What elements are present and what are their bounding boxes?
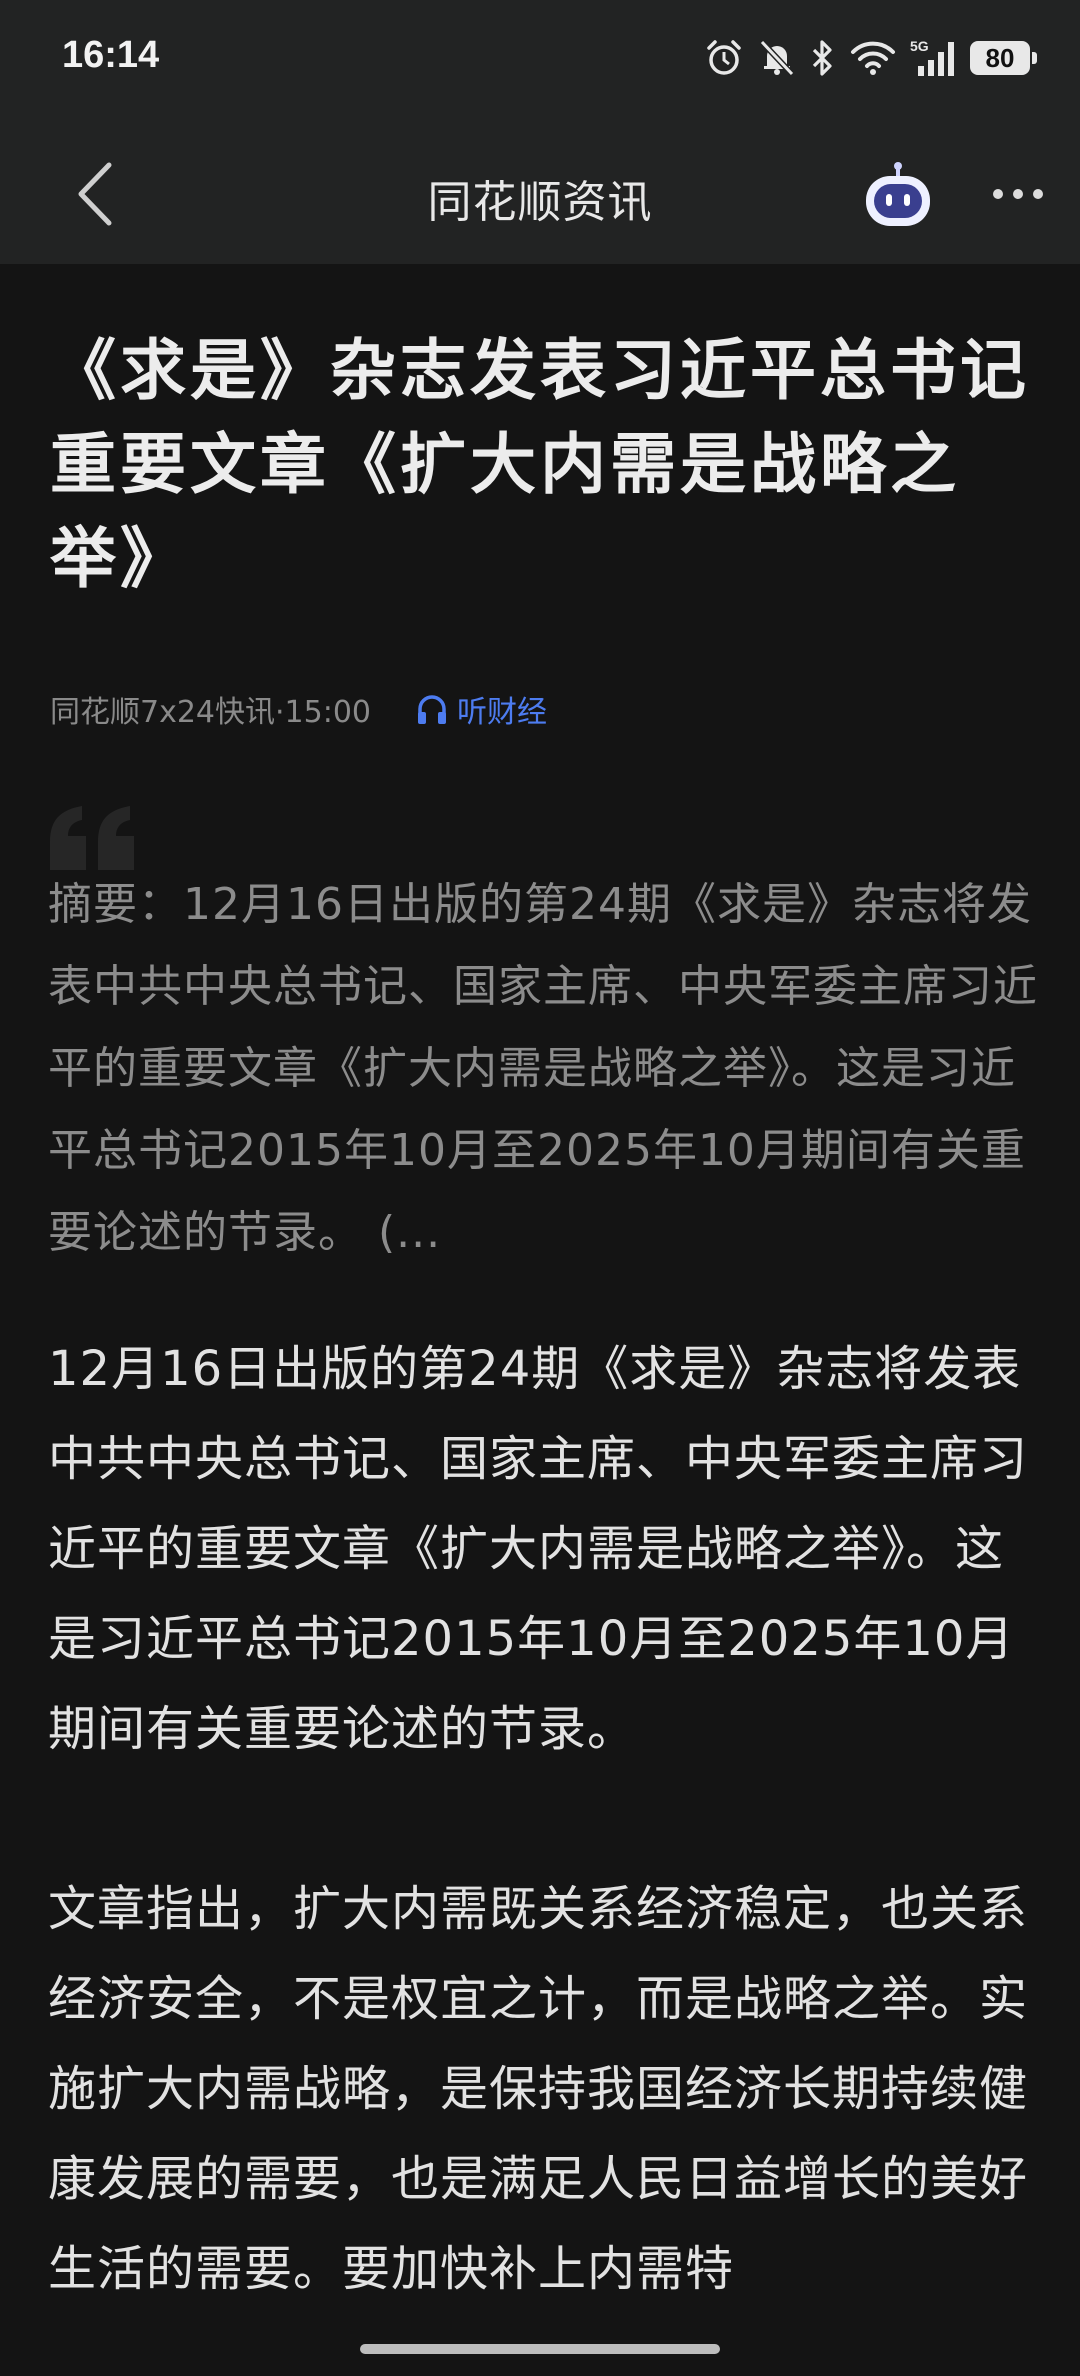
more-dot [993, 189, 1003, 199]
nav-bar: 同花顺资讯 [0, 120, 1080, 264]
network-label: 5G [910, 38, 929, 54]
article-content[interactable]: 《求是》杂志发表习近平总书记重要文章《扩大内需是战略之举》 同花顺7x24快讯·… [0, 264, 1080, 2376]
listen-label: 听财经 [457, 695, 548, 730]
article-title: 《求是》杂志发表习近平总书记重要文章《扩大内需是战略之举》 [50, 332, 1030, 597]
robot-assistant-icon [866, 162, 930, 226]
battery-icon: 80 [970, 41, 1037, 75]
listen-button[interactable]: 听财经 [415, 687, 547, 731]
bluetooth-icon [810, 38, 836, 78]
article-paragraph: 12月16日出版的第24期《求是》杂志将发表中共中央总书记、国家主席、中央军委主… [48, 1341, 1029, 1757]
status-icons: 5G 80 [704, 36, 1037, 80]
source-time: 同花顺7x24快讯·15:00 [50, 695, 372, 730]
headphones-icon [418, 695, 447, 724]
status-bar: 16:14 5G 80 [0, 0, 1080, 120]
article-meta: 同花顺7x24快讯·15:00 听财经 [50, 684, 547, 734]
assistant-button[interactable] [860, 160, 936, 230]
more-dot [1033, 189, 1043, 199]
article-paragraph: 文章指出，扩大内需既关系经济稳定，也关系经济安全，不是权宜之计，而是战略之举。实… [48, 1881, 1029, 2297]
more-dot [1013, 189, 1023, 199]
status-time: 16:14 [62, 34, 160, 76]
wifi-icon [850, 40, 896, 76]
signal-5g-icon: 5G [910, 38, 956, 78]
bell-muted-icon [758, 38, 796, 78]
article-summary: 摘要：12月16日出版的第24期《求是》杂志将发表中共中央总书记、国家主席、中央… [48, 879, 1038, 1258]
home-indicator[interactable] [360, 2344, 720, 2354]
more-button[interactable] [986, 172, 1050, 216]
alarm-icon [704, 38, 744, 78]
